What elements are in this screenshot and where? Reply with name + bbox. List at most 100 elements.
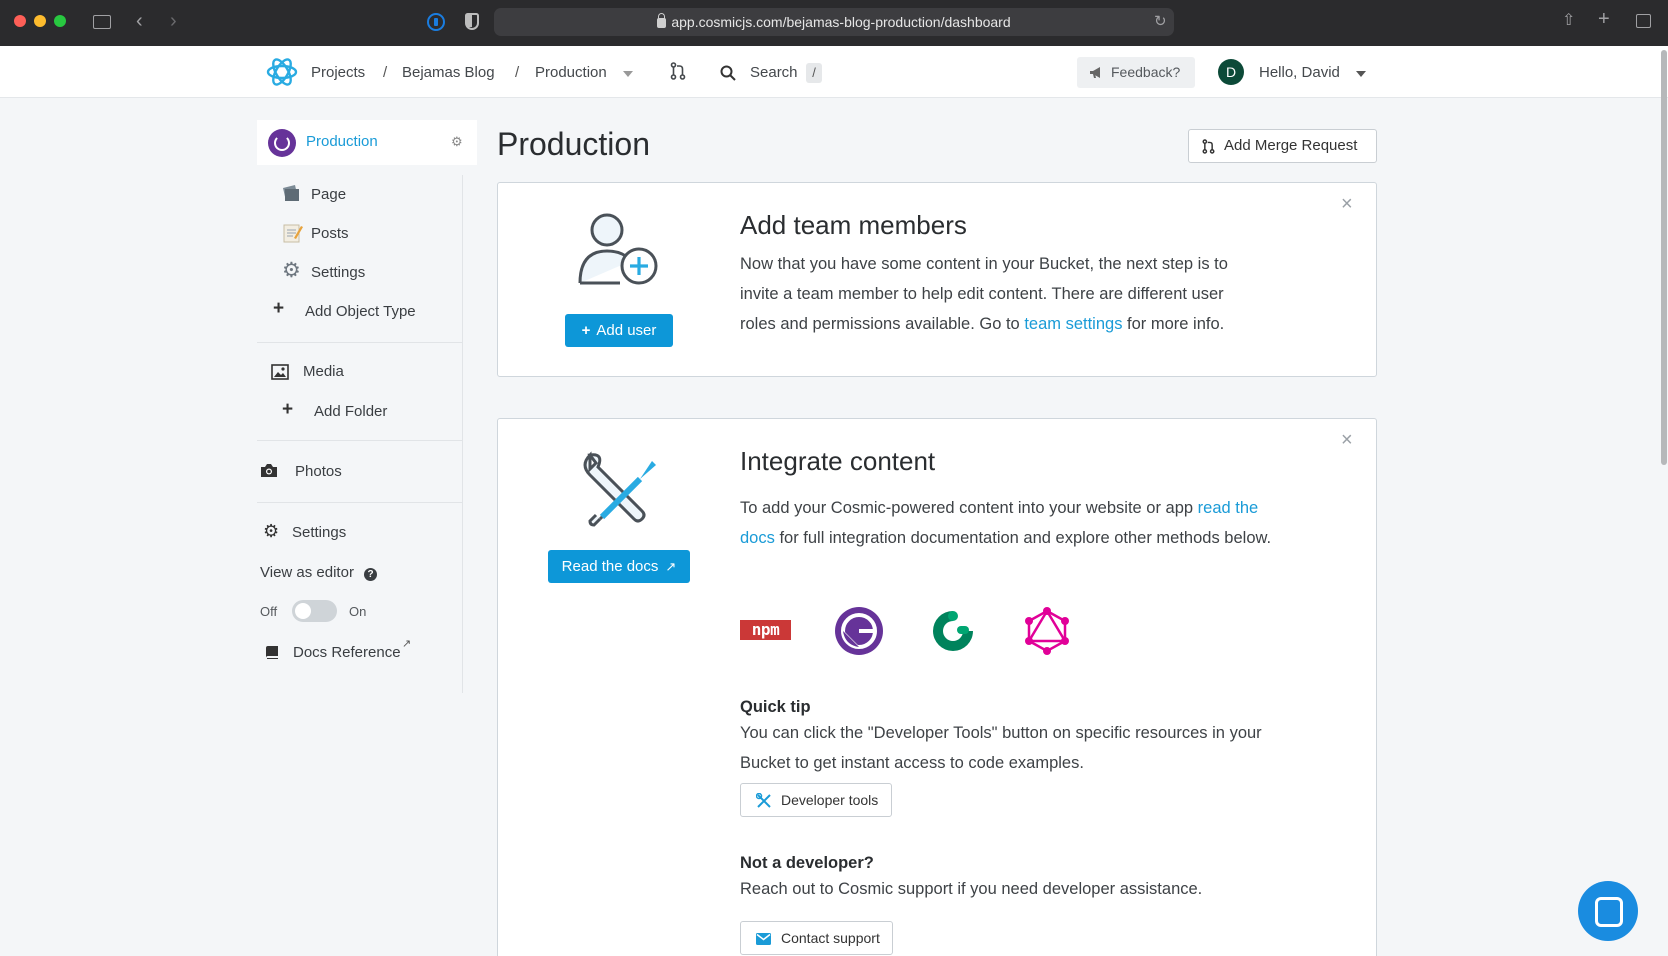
minimize-window-button[interactable] [34,15,46,27]
contact-support-label: Contact support [781,930,880,946]
sidebar-toggle-icon[interactable] [93,15,111,29]
integrate-card-text: To add your Cosmic-powered content into … [740,493,1280,553]
maximize-window-button[interactable] [54,15,66,27]
sidebar-item-settings-type[interactable]: Settings [311,264,365,281]
user-menu-caret-icon[interactable] [1356,71,1366,77]
not-a-developer-title: Not a developer? [740,854,874,872]
gatsby-logo-icon [268,129,296,157]
breadcrumb-projects[interactable]: Projects [311,64,365,81]
docs-reference-link[interactable]: Docs Reference [293,644,401,661]
view-as-editor-label: View as editor [260,564,354,581]
tools-illustration-icon [583,451,656,527]
integrate-card-title: Integrate content [740,446,936,476]
book-icon [266,646,278,659]
privacy-shield-icon[interactable] [465,13,479,30]
page-scrollbar[interactable] [1661,50,1667,465]
feedback-label: Feedback? [1111,64,1181,80]
sidebar-item-settings[interactable]: Settings [292,524,346,541]
search-button[interactable]: Search [750,64,798,81]
gear-icon: ⚙ [282,259,301,282]
address-bar[interactable]: app.cosmicjs.com/bejamas-blog-production… [494,8,1174,36]
breadcrumb-separator: / [515,64,520,81]
tools-icon [756,793,771,808]
external-link-icon: ↗ [402,638,412,650]
lock-icon [657,13,667,28]
read-the-docs-label: Read the docs [561,558,659,575]
sidebar-divider [462,175,463,693]
feedback-button[interactable]: Feedback? [1077,57,1195,88]
quick-tip-text: You can click the "Developer Tools" butt… [740,724,1262,772]
bucket-name[interactable]: Production [306,133,378,150]
user-greeting[interactable]: Hello, David [1259,64,1340,81]
password-manager-icon[interactable] [427,13,445,31]
view-as-editor-toggle[interactable] [292,600,337,622]
search-shortcut-key: / [806,63,822,83]
toggle-on-label: On [349,604,367,619]
close-icon[interactable]: × [1341,430,1353,450]
envelope-icon [756,933,771,945]
sidebar-divider [257,502,462,503]
add-merge-request-button[interactable]: Add Merge Request [1188,129,1377,163]
back-icon[interactable]: ‹ [136,11,143,31]
external-link-icon: ↗ [665,559,677,574]
gatsby-logo-icon[interactable] [834,606,884,656]
forward-icon[interactable]: › [170,11,177,31]
quick-tip-title: Quick tip [740,698,811,716]
bucket-header[interactable]: Production ⚙ [257,120,477,165]
new-tab-icon[interactable]: + [1598,9,1610,29]
avatar[interactable]: D [1218,59,1244,85]
app-header: Projects / Bejamas Blog / Production Sea… [0,46,1668,98]
plus-icon: + [273,298,285,319]
sidebar-item-page[interactable]: Page [311,186,346,203]
page-title: Production [497,126,650,162]
npm-logo-icon[interactable]: npm [740,620,791,640]
graphql-logo-icon[interactable] [1022,606,1072,656]
image-icon [271,364,289,380]
team-members-card: × + Add user Add team members Now that yo… [497,182,1377,377]
chat-support-button[interactable] [1578,881,1638,941]
sidebar-item-photos[interactable]: Photos [295,463,342,480]
sidebar-divider [257,440,462,441]
url-text: app.cosmicjs.com/bejamas-blog-production… [671,14,1011,30]
team-card-title: Add team members [740,210,967,240]
contact-support-button[interactable]: Contact support [740,921,893,955]
megaphone-icon [1090,67,1100,78]
add-object-type-button[interactable]: Add Object Type [305,303,416,320]
gear-icon: ⚙ [263,521,280,541]
browser-toolbar: ‹ › app.cosmicjs.com/bejamas-blog-produc… [0,0,1668,46]
developer-tools-button[interactable]: Developer tools [740,783,892,817]
gridsome-logo-icon[interactable] [928,606,978,656]
folder-icon [283,185,299,201]
memo-icon [283,224,303,243]
help-icon[interactable]: ? [364,568,377,581]
close-window-button[interactable] [14,15,26,27]
add-user-button[interactable]: + Add user [565,314,673,347]
integrate-card-text-part: for full integration documentation and e… [774,529,1272,547]
breadcrumb-bucket[interactable]: Production [535,64,607,81]
share-icon[interactable]: ⇧ [1562,13,1575,29]
add-user-label: Add user [596,322,657,339]
close-icon[interactable]: × [1341,194,1353,214]
team-card-text-part: for more info. [1122,315,1225,333]
cosmic-logo-icon[interactable] [266,56,298,88]
read-the-docs-button[interactable]: Read the docs ↗ [548,550,690,583]
tabs-overview-icon[interactable] [1636,14,1651,28]
plus-icon: + [282,399,294,420]
sidebar-item-posts[interactable]: Posts [311,225,349,242]
bucket-dropdown-icon[interactable] [623,71,633,77]
not-a-developer-text: Reach out to Cosmic support if you need … [740,880,1203,898]
add-folder-button[interactable]: Add Folder [314,403,387,420]
bucket-settings-gear-icon[interactable]: ⚙ [451,134,463,150]
toggle-off-label: Off [260,604,278,619]
integrate-content-card: × Read the docs ↗ Integrate content To ad… [497,418,1377,956]
merge-request-icon [1202,139,1215,154]
team-card-text: Now that you have some content in your B… [740,249,1260,339]
search-icon[interactable] [720,65,736,81]
merge-request-icon[interactable] [670,62,686,80]
add-user-illustration-icon [578,213,658,285]
reload-icon[interactable]: ↻ [1154,14,1167,30]
add-merge-request-label: Add Merge Request [1224,137,1358,154]
breadcrumb-project[interactable]: Bejamas Blog [402,64,495,81]
sidebar-item-media[interactable]: Media [303,363,344,380]
team-settings-link[interactable]: team settings [1024,315,1122,333]
